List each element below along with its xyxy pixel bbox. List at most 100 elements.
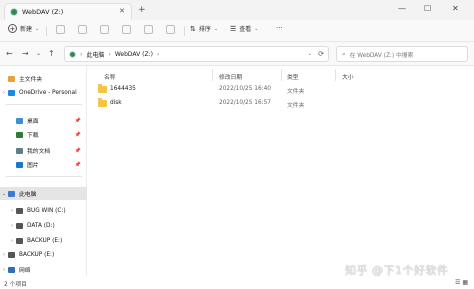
separator-icon: ›: [80, 50, 83, 58]
tab-close-icon[interactable]: ✕: [119, 7, 125, 15]
sidebar-item[interactable]: 下载 📌: [0, 128, 87, 141]
column-divider[interactable]: [335, 69, 336, 81]
search-input[interactable]: ⌕ 在 WebDAV (Z:) 中搜索: [336, 46, 468, 62]
sidebar-item[interactable]: 主文件夹: [0, 72, 87, 85]
folder-icon: [8, 266, 15, 273]
column-name[interactable]: 名称: [104, 72, 116, 81]
tab-webdav[interactable]: WebDAV (Z:) ✕: [4, 3, 132, 20]
column-size[interactable]: 大小: [342, 72, 354, 81]
sort-icon: ⇅: [190, 24, 196, 33]
sidebar-item-label: 此电脑: [19, 192, 37, 198]
folder-icon: [8, 251, 15, 258]
sidebar-item-label: BACKUP (E:): [19, 251, 55, 258]
sort-button[interactable]: ⇅ 排序 ⌄: [190, 24, 219, 34]
file-date: 2022/10/25 16:40: [219, 86, 271, 92]
chevron-icon[interactable]: ›: [0, 252, 8, 258]
chevron-down-icon[interactable]: ⌄: [308, 51, 312, 57]
cut-icon[interactable]: [56, 25, 65, 34]
divider: [46, 26, 47, 36]
folder-icon: [98, 84, 107, 93]
sidebar-item-label: BUG WIN (C:): [27, 207, 66, 214]
sidebar-item[interactable]: › OneDrive - Personal: [0, 86, 87, 99]
forward-icon[interactable]: →: [22, 49, 29, 58]
drive-icon: [10, 8, 18, 16]
folder-icon: [16, 207, 23, 214]
breadcrumb-webdav[interactable]: WebDAV (Z:): [115, 51, 153, 58]
sidebar-item[interactable]: ⌄ 此电脑: [0, 187, 87, 200]
up-icon[interactable]: ↑: [48, 49, 55, 58]
history-dropdown-icon[interactable]: ⌄: [36, 50, 41, 57]
chevron-icon[interactable]: ›: [8, 208, 16, 214]
share-icon[interactable]: [144, 25, 153, 34]
new-label: 新建: [20, 26, 33, 33]
chevron-icon[interactable]: ›: [0, 90, 8, 96]
delete-icon[interactable]: [166, 25, 175, 34]
pin-icon[interactable]: 📌: [75, 148, 81, 154]
table-row[interactable]: disk 2022/10/25 16:57 文件夹: [94, 98, 464, 110]
folder-icon: [8, 75, 15, 82]
table-row[interactable]: 1644435 2022/10/25 16:40 文件夹: [94, 84, 464, 96]
minimize-button[interactable]: —: [398, 4, 406, 13]
view-icon: ☰: [230, 24, 237, 33]
back-icon[interactable]: ←: [6, 49, 13, 58]
divider: [184, 26, 185, 36]
view-button[interactable]: ☰ 查看 ⌄: [230, 24, 259, 34]
file-type: 文件夹: [287, 103, 305, 109]
folder-icon: [16, 237, 23, 244]
title-bar: WebDAV (Z:) ✕ + — ☐ ✕: [0, 0, 474, 20]
sidebar-item[interactable]: 我的文档 📌: [0, 144, 87, 157]
file-type: 文件夹: [287, 89, 305, 95]
sidebar-item[interactable]: › BUG WIN (C:): [0, 204, 87, 217]
folder-icon: [16, 147, 23, 154]
column-divider[interactable]: [212, 69, 213, 81]
column-date[interactable]: 修改日期: [219, 72, 242, 81]
watermark: 知乎 @下1个好软件: [345, 264, 449, 277]
chevron-icon[interactable]: ›: [8, 223, 16, 229]
sidebar-divider: [6, 176, 82, 177]
chevron-down-icon: ⌄: [213, 25, 219, 32]
close-button[interactable]: ✕: [452, 4, 459, 13]
sidebar-item-label: 图片: [27, 163, 39, 169]
paste-icon[interactable]: [100, 25, 109, 34]
refresh-icon[interactable]: ⟳: [318, 50, 324, 58]
pin-icon[interactable]: 📌: [75, 162, 81, 168]
sidebar-item[interactable]: 图片 📌: [0, 158, 87, 171]
sidebar-item[interactable]: 桌面 📌: [0, 114, 87, 127]
sidebar-item[interactable]: › DATA (D:): [0, 219, 87, 232]
new-button[interactable]: + 新建 ⌄: [8, 24, 39, 33]
more-icon[interactable]: ···: [276, 24, 283, 32]
sidebar-item[interactable]: › BACKUP (E:): [0, 248, 87, 261]
sidebar-item[interactable]: › BACKUP (E:): [0, 234, 87, 247]
view-toggle-icons[interactable]: ☰ ▦: [455, 279, 468, 286]
sidebar-divider: [6, 104, 82, 105]
folder-icon: [16, 117, 23, 124]
item-count: 2 个项目: [4, 282, 27, 288]
column-type[interactable]: 类型: [287, 72, 299, 81]
separator-icon: ›: [156, 50, 160, 58]
rename-icon[interactable]: [122, 25, 131, 34]
search-placeholder: 在 WebDAV (Z:) 中搜索: [349, 52, 414, 59]
sidebar-item-label: DATA (D:): [27, 222, 55, 229]
chevron-icon[interactable]: ›: [0, 267, 8, 273]
folder-icon: [16, 222, 23, 229]
file-date: 2022/10/25 16:57: [219, 100, 271, 106]
file-name: 1644435: [110, 86, 136, 92]
sidebar-item[interactable]: › 网络: [0, 263, 87, 276]
pin-icon[interactable]: 📌: [75, 118, 81, 124]
chevron-icon[interactable]: ›: [8, 238, 16, 244]
search-icon: ⌕: [342, 49, 346, 58]
pin-icon[interactable]: 📌: [75, 132, 81, 138]
sidebar-item-label: 我的文档: [27, 149, 51, 155]
sidebar-item-label: 下载: [27, 133, 39, 139]
folder-icon: [8, 89, 15, 96]
column-divider[interactable]: [281, 69, 282, 81]
sidebar-item-label: 桌面: [27, 119, 39, 125]
new-tab-button[interactable]: +: [138, 5, 146, 15]
sidebar-item-label: 网络: [19, 268, 31, 274]
drive-icon: [69, 50, 76, 58]
maximize-button[interactable]: ☐: [424, 4, 431, 13]
copy-icon[interactable]: [78, 25, 87, 34]
chevron-icon[interactable]: ⌄: [0, 191, 8, 197]
breadcrumb-this-pc[interactable]: 此电脑: [86, 50, 104, 59]
breadcrumb[interactable]: › 此电脑 › WebDAV (Z:) › ⌄ ⟳: [64, 46, 329, 62]
